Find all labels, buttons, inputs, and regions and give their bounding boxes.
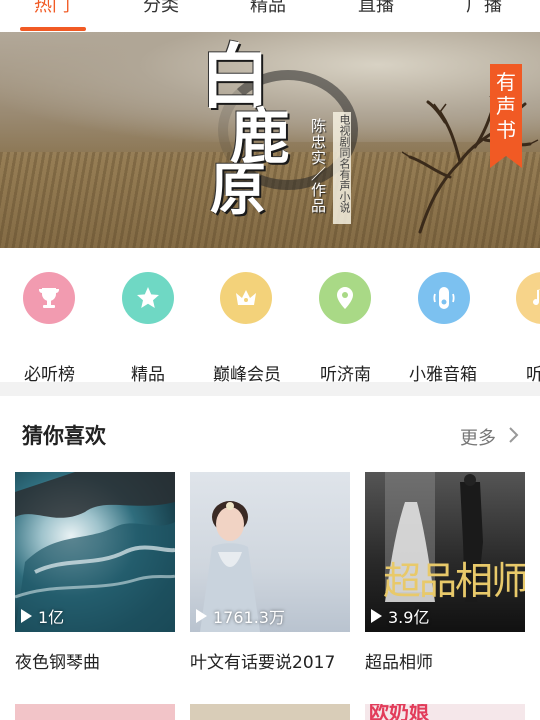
banner-subtitle: 电视剧同名有声小说 [338,114,351,213]
play-icon [196,609,207,623]
top-tab-bar: 热门 分类 精品 直播 广播 [0,0,540,32]
category-row: 必听榜 精品 巅峰会员 听济南 小雅音箱 听 [0,248,540,382]
audiobook-ribbon: 有声书 [490,64,522,168]
section-title: 猜你喜欢 [22,424,106,448]
chevron-right-icon[interactable] [508,426,520,444]
play-icon [21,609,32,623]
calligraphy-char-1: 白 [200,35,270,118]
play-count: 3.9亿 [388,608,430,627]
banner-author: 陈忠实／作品 [309,118,327,214]
album-title: 超品相师 [365,653,433,673]
play-count: 1761.3万 [213,608,285,627]
ribbon-label: 有声书 [496,70,516,142]
crown-icon [220,272,272,324]
active-tab-indicator [20,27,86,31]
peek-cover-text: 欧奶娘 [369,704,429,720]
tab-live[interactable]: 直播 [358,0,394,17]
album-cover-ocean: 1亿 [15,472,175,632]
album-title: 夜色钢琴曲 [15,653,100,673]
tab-premium[interactable]: 精品 [250,0,286,17]
cover-title-text: 超品相师 [383,559,525,603]
music-icon [516,272,540,324]
trophy-icon [23,272,75,324]
play-icon [371,609,382,623]
category-label: 听 [526,365,540,382]
album-card-peek[interactable] [15,704,175,720]
tab-radio[interactable]: 广播 [466,0,502,17]
category-label: 必听榜 [24,365,75,382]
album-cover-dark: 超品相师 3.9亿 [365,472,525,632]
album-title: 叶文有话要说2017 [190,653,336,673]
tab-hot[interactable]: 热门 [34,0,70,17]
speaker-icon [418,272,470,324]
more-link[interactable]: 更多 [460,424,496,450]
star-icon [122,272,174,324]
category-label: 听济南 [320,365,371,382]
album-card-peek[interactable]: 欧奶娘 [365,704,525,720]
play-count-row: 1761.3万 [196,604,285,628]
section-divider [0,382,540,396]
tab-category[interactable]: 分类 [143,0,179,17]
category-label: 巅峰会员 [213,365,281,382]
promo-banner[interactable]: 白 鹿 原 陈忠实／作品 电视剧同名有声小说 有声书 [0,32,540,248]
calligraphy-char-3: 原 [210,157,266,223]
album-card-peek[interactable] [190,704,350,720]
play-count-row: 1亿 [21,604,64,628]
album-cover-portrait: 1761.3万 [190,472,350,632]
play-count: 1亿 [38,608,65,627]
category-label: 小雅音箱 [409,365,477,382]
play-count-row: 3.9亿 [371,604,429,628]
category-label: 精品 [131,365,165,382]
location-pin-icon [319,272,371,324]
banner-calligraphy-title: 白 鹿 原 [200,35,310,223]
